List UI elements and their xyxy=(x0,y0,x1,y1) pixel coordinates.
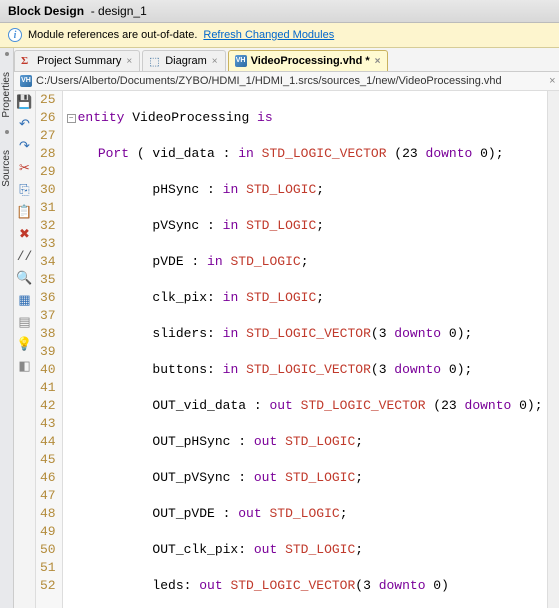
code-editor[interactable]: −entity VideoProcessing is Port ( vid_da… xyxy=(63,91,547,608)
info-bar: i Module references are out-of-date. Ref… xyxy=(0,23,559,48)
line-number: 27 xyxy=(40,127,56,145)
settings-icon[interactable]: ◧ xyxy=(17,359,33,375)
left-vertical-tabs: Properties Sources xyxy=(0,48,14,608)
line-number: 41 xyxy=(40,379,56,397)
editor-tabs: Σ Project Summary × ⬚ Diagram × VH Video… xyxy=(14,48,559,72)
comment-icon[interactable]: // xyxy=(17,249,33,265)
block-design-header: Block Design - design_1 xyxy=(0,0,559,23)
line-number: 38 xyxy=(40,325,56,343)
code-line: pHSync : in STD_LOGIC; xyxy=(67,181,543,199)
editor-toolbar-left: 💾 ↶ ↷ ✂ ⎘ 📋 ✖ // 🔍 ▦ ▤ 💡 ◧ xyxy=(14,91,36,608)
close-icon[interactable]: × xyxy=(374,56,382,67)
file-path-bar: VH C:/Users/Alberto/Documents/ZYBO/HDMI_… xyxy=(14,72,559,91)
line-number: 48 xyxy=(40,505,56,523)
code-line: OUT_pVSync : out STD_LOGIC; xyxy=(67,469,543,487)
tab-project-summary[interactable]: Σ Project Summary × xyxy=(14,50,140,71)
tab-label: Diagram xyxy=(165,55,207,67)
line-number: 26 xyxy=(40,109,56,127)
cut-icon[interactable]: ✂ xyxy=(17,161,33,177)
info-text: Module references are out-of-date. xyxy=(28,29,197,41)
vhdl-file-icon: VH xyxy=(20,75,32,87)
diagram-icon: ⬚ xyxy=(149,55,161,67)
undo-icon[interactable]: ↶ xyxy=(17,117,33,133)
code-line: sliders: in STD_LOGIC_VECTOR(3 downto 0)… xyxy=(67,325,543,343)
redo-icon[interactable]: ↷ xyxy=(17,139,33,155)
copy-icon[interactable]: ⎘ xyxy=(17,183,33,199)
line-number: 34 xyxy=(40,253,56,271)
collapse-icon[interactable]: ▤ xyxy=(17,315,33,331)
line-number: 29 xyxy=(40,163,56,181)
select-all-icon[interactable]: ▦ xyxy=(17,293,33,309)
delete-icon[interactable]: ✖ xyxy=(17,227,33,243)
line-number-gutter: 25 26 27 28 29 30 31 32 33 34 35 36 37 3… xyxy=(36,91,63,608)
tab-label: Project Summary xyxy=(37,55,121,67)
lightbulb-icon[interactable]: 💡 xyxy=(17,337,33,353)
code-line: OUT_pHSync : out STD_LOGIC; xyxy=(67,433,543,451)
line-number: 32 xyxy=(40,217,56,235)
sources-tab[interactable]: Sources xyxy=(0,142,13,195)
line-number: 52 xyxy=(40,577,56,595)
close-icon[interactable]: × xyxy=(125,56,133,67)
code-line: pVDE : in STD_LOGIC; xyxy=(67,253,543,271)
vhdl-file-icon: VH xyxy=(235,55,247,67)
vertical-scrollbar[interactable] xyxy=(547,91,559,608)
line-number: 42 xyxy=(40,397,56,415)
code-line: leds: out STD_LOGIC_VECTOR(3 downto 0) xyxy=(67,577,543,595)
line-number: 40 xyxy=(40,361,56,379)
line-number: 36 xyxy=(40,289,56,307)
editor-area: Σ Project Summary × ⬚ Diagram × VH Video… xyxy=(14,48,559,608)
code-line: −entity VideoProcessing is xyxy=(67,109,543,127)
tab-diagram[interactable]: ⬚ Diagram × xyxy=(142,50,225,71)
save-icon[interactable]: 💾 xyxy=(17,95,33,111)
main-area: Properties Sources Σ Project Summary × ⬚… xyxy=(0,48,559,608)
line-number: 30 xyxy=(40,181,56,199)
line-number: 37 xyxy=(40,307,56,325)
close-icon[interactable]: × xyxy=(549,75,555,87)
line-number: 31 xyxy=(40,199,56,217)
line-number: 51 xyxy=(40,559,56,577)
tab-label: VideoProcessing.vhd * xyxy=(251,55,370,67)
code-line: OUT_vid_data : out STD_LOGIC_VECTOR (23 … xyxy=(67,397,543,415)
line-number: 47 xyxy=(40,487,56,505)
paste-icon[interactable]: 📋 xyxy=(17,205,33,221)
line-number: 45 xyxy=(40,451,56,469)
tab-videoprocessing[interactable]: VH VideoProcessing.vhd * × xyxy=(228,50,389,71)
sigma-icon: Σ xyxy=(21,55,33,67)
line-number: 35 xyxy=(40,271,56,289)
line-number: 50 xyxy=(40,541,56,559)
properties-tab[interactable]: Properties xyxy=(0,64,13,126)
line-number: 44 xyxy=(40,433,56,451)
code-line: clk_pix: in STD_LOGIC; xyxy=(67,289,543,307)
code-line: OUT_pVDE : out STD_LOGIC; xyxy=(67,505,543,523)
code-line: pVSync : in STD_LOGIC; xyxy=(67,217,543,235)
header-title-bold: Block Design xyxy=(8,4,84,18)
close-icon[interactable]: × xyxy=(211,56,219,67)
file-path-text: C:/Users/Alberto/Documents/ZYBO/HDMI_1/H… xyxy=(36,75,502,87)
line-number: 25 xyxy=(40,91,56,109)
line-number: 49 xyxy=(40,523,56,541)
line-number: 33 xyxy=(40,235,56,253)
vtab-handle[interactable] xyxy=(5,52,9,56)
header-title-name: design_1 xyxy=(98,4,147,18)
line-number: 46 xyxy=(40,469,56,487)
code-line: Port ( vid_data : in STD_LOGIC_VECTOR (2… xyxy=(67,145,543,163)
code-area: 💾 ↶ ↷ ✂ ⎘ 📋 ✖ // 🔍 ▦ ▤ 💡 ◧ 25 26 27 28 2… xyxy=(14,91,559,608)
line-number: 39 xyxy=(40,343,56,361)
fold-collapse-icon[interactable]: − xyxy=(67,114,76,123)
refresh-modules-link[interactable]: Refresh Changed Modules xyxy=(203,29,334,41)
info-icon: i xyxy=(8,28,22,42)
code-line: OUT_clk_pix: out STD_LOGIC; xyxy=(67,541,543,559)
code-line: buttons: in STD_LOGIC_VECTOR(3 downto 0)… xyxy=(67,361,543,379)
find-icon[interactable]: 🔍 xyxy=(17,271,33,287)
line-number: 28 xyxy=(40,145,56,163)
line-number: 43 xyxy=(40,415,56,433)
vtab-handle[interactable] xyxy=(5,130,9,134)
